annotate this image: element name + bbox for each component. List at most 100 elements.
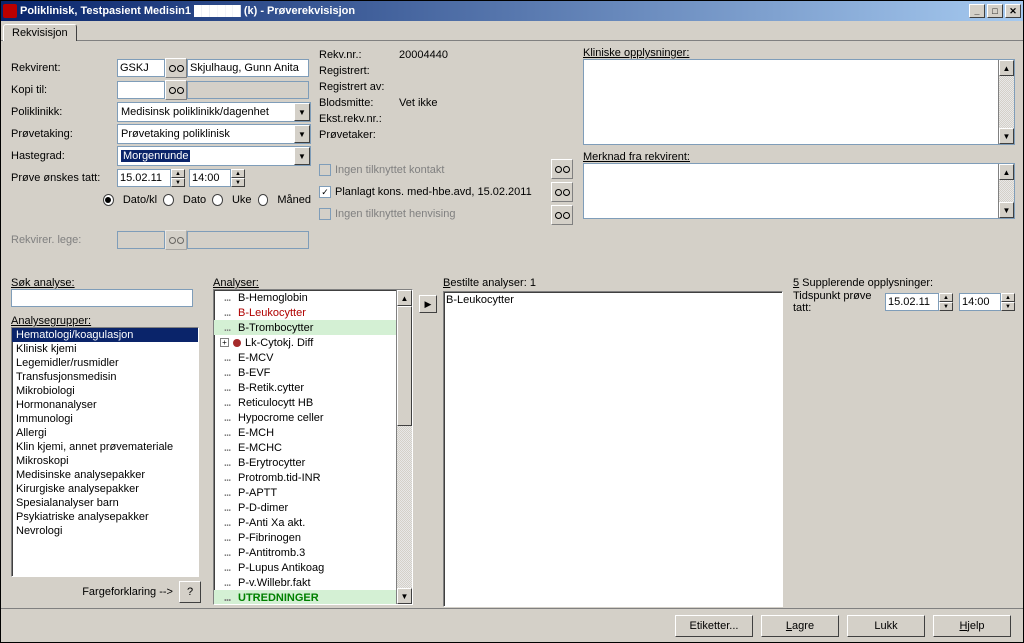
add-analyse-button[interactable]: ▶ xyxy=(419,295,437,313)
provetaking-combo[interactable]: Prøvetaking poliklinisk ▼ xyxy=(117,124,311,144)
maximize-button[interactable]: □ xyxy=(987,4,1003,18)
binoculars-icon xyxy=(169,61,184,75)
analyser-tree[interactable]: …B-Hemoglobin…B-Leukocytter…B-Trombocytt… xyxy=(213,289,413,605)
analyse-tree-item[interactable]: …P-Anti Xa akt. xyxy=(214,515,396,530)
rekvirlege-code-input xyxy=(117,231,165,249)
kopitil-code-input[interactable] xyxy=(117,81,165,99)
etiketter-button[interactable]: Etiketter... xyxy=(675,615,753,637)
radio-label-dato: Dato xyxy=(183,194,206,206)
label-merknad: Merknad fra rekvirent: xyxy=(583,151,1015,163)
analyse-tree-item[interactable]: …P-v.Willebr.fakt xyxy=(214,575,396,590)
analyse-tree-item[interactable]: …P-Lupus Antikoag xyxy=(214,560,396,575)
analyse-tree-item[interactable]: …UTREDNINGER xyxy=(214,590,396,605)
analysegruppe-item[interactable]: Immunologi xyxy=(12,412,198,426)
binoculars-icon xyxy=(555,208,570,222)
bestilt-item[interactable]: B-Leukocytter xyxy=(446,294,780,306)
scrollbar[interactable]: ▲▼ xyxy=(998,164,1014,218)
analysegruppe-item[interactable]: Mikrobiologi xyxy=(12,384,198,398)
fargeforklaring-button[interactable]: ? xyxy=(179,581,201,603)
analysegruppe-item[interactable]: Legemidler/rusmidler xyxy=(12,356,198,370)
poliklinikk-combo[interactable]: Medisinsk poliklinikk/dagenhet ▼ xyxy=(117,102,311,122)
onskes-dato-input[interactable] xyxy=(117,169,171,187)
analyse-tree-item[interactable]: …E-MCV xyxy=(214,350,396,365)
label-registrert: Registrert: xyxy=(319,65,399,77)
tree-item-label: P-Lupus Antikoag xyxy=(238,562,324,574)
kopitil-search-button[interactable] xyxy=(165,80,187,100)
analysegruppe-item[interactable]: Transfusjonsmedisin xyxy=(12,370,198,384)
suppl-dato-spin[interactable]: ▲▼ xyxy=(939,293,953,311)
analysegruppe-item[interactable]: Medisinske analysepakker xyxy=(12,468,198,482)
analysegruppe-item[interactable]: Spesialanalyser barn xyxy=(12,496,198,510)
radio-label-datokl: Dato/kl xyxy=(123,194,157,206)
tree-item-label: B-Trombocytter xyxy=(238,322,313,334)
onskes-kl-spin[interactable]: ▲▼ xyxy=(231,169,245,187)
analysegrupper-list[interactable]: Hematologi/koagulasjonKlinisk kjemiLegem… xyxy=(11,327,199,577)
rekvirent-code-input[interactable] xyxy=(117,59,165,77)
analyse-tree-item[interactable]: …P-APTT xyxy=(214,485,396,500)
analysegruppe-item[interactable]: Hematologi/koagulasjon xyxy=(12,328,198,342)
analyse-tree-item[interactable]: …Hypocrome celler xyxy=(214,410,396,425)
merknad-textarea[interactable]: ▲▼ xyxy=(583,163,1015,219)
radio-dato[interactable] xyxy=(163,194,174,206)
analysegruppe-item[interactable]: Kirurgiske analysepakker xyxy=(12,482,198,496)
label-rekvir-lege: Rekvirer. lege: xyxy=(11,234,117,246)
analysegruppe-item[interactable]: Klinisk kjemi xyxy=(12,342,198,356)
henvising-search-button[interactable] xyxy=(551,205,573,225)
analyse-tree-item[interactable]: …P-Fibrinogen xyxy=(214,530,396,545)
analyse-tree-item[interactable]: …B-Trombocytter xyxy=(214,320,396,335)
analysegruppe-item[interactable]: Hormonanalyser xyxy=(12,398,198,412)
analyse-tree-item[interactable]: …B-Erytrocytter xyxy=(214,455,396,470)
bestilte-list[interactable]: B-Leukocytter xyxy=(443,291,783,607)
analyse-tree-item[interactable]: …B-Hemoglobin xyxy=(214,290,396,305)
kliniske-textarea[interactable]: ▲▼ xyxy=(583,59,1015,145)
analyse-tree-item[interactable]: …B-Leukocytter xyxy=(214,305,396,320)
onskes-kl-input[interactable] xyxy=(189,169,231,187)
analysegruppe-item[interactable]: Nevrologi xyxy=(12,524,198,538)
radio-maned[interactable] xyxy=(258,194,269,206)
planlagt-search-button[interactable] xyxy=(551,182,573,202)
analyse-tree-item[interactable]: …P-Antitromb.3 xyxy=(214,545,396,560)
kopitil-name-input[interactable] xyxy=(187,81,309,99)
expand-icon[interactable]: + xyxy=(220,338,229,347)
rekvirent-search-button[interactable] xyxy=(165,58,187,78)
analyse-tree-item[interactable]: …E-MCH xyxy=(214,425,396,440)
radio-uke[interactable] xyxy=(212,194,223,206)
lagre-button[interactable]: Lagre xyxy=(761,615,839,637)
scrollbar[interactable]: ▲ ▼ xyxy=(396,290,412,604)
label-provetaker: Prøvetaker: xyxy=(319,129,399,141)
hjelp-button[interactable]: Hjelp xyxy=(933,615,1011,637)
kontakt-search-button[interactable] xyxy=(551,159,573,179)
close-button[interactable]: ✕ xyxy=(1005,4,1021,18)
analyse-tree-item[interactable]: +Lk-Cytokj. Diff xyxy=(214,335,396,350)
minimize-button[interactable]: _ xyxy=(969,4,985,18)
analyse-tree-item[interactable]: …B-EVF xyxy=(214,365,396,380)
lukk-button[interactable]: Lukk xyxy=(847,615,925,637)
chevron-down-icon: ▼ xyxy=(294,125,310,143)
suppl-kl-spin[interactable]: ▲▼ xyxy=(1001,293,1015,311)
scrollbar[interactable]: ▲▼ xyxy=(998,60,1014,144)
analyse-tree-item[interactable]: …E-MCHC xyxy=(214,440,396,455)
analysegruppe-item[interactable]: Mikroskopi xyxy=(12,454,198,468)
suppl-dato-input[interactable] xyxy=(885,293,939,311)
check-planlagt[interactable]: ✓ xyxy=(319,186,331,198)
analyse-tree-item[interactable]: …P-D-dimer xyxy=(214,500,396,515)
tree-item-label: B-Hemoglobin xyxy=(238,292,308,304)
onskes-dato-spin[interactable]: ▲▼ xyxy=(171,169,185,187)
tree-item-label: P-Fibrinogen xyxy=(238,532,301,544)
tree-item-label: Reticulocytt HB xyxy=(238,397,313,409)
analysegruppe-item[interactable]: Allergi xyxy=(12,426,198,440)
analysegruppe-item[interactable]: Psykiatriske analysepakker xyxy=(12,510,198,524)
rekvirent-name-input[interactable] xyxy=(187,59,309,77)
analyse-tree-item[interactable]: …Protromb.tid-INR xyxy=(214,470,396,485)
sok-analyse-input[interactable] xyxy=(11,289,193,307)
tree-item-label: B-Leukocytter xyxy=(238,307,306,319)
tab-rekvisisjon[interactable]: Rekvisisjon xyxy=(3,24,77,41)
suppl-kl-input[interactable] xyxy=(959,293,1001,311)
analyse-tree-item[interactable]: …B-Retik.cytter xyxy=(214,380,396,395)
radio-label-uke: Uke xyxy=(232,194,252,206)
hastegrad-combo[interactable]: Morgenrunde ▼ xyxy=(117,146,311,166)
tree-item-label: P-D-dimer xyxy=(238,502,288,514)
radio-datokl[interactable] xyxy=(103,194,114,206)
analyse-tree-item[interactable]: …Reticulocytt HB xyxy=(214,395,396,410)
analysegruppe-item[interactable]: Klin kjemi, annet prøvemateriale xyxy=(12,440,198,454)
